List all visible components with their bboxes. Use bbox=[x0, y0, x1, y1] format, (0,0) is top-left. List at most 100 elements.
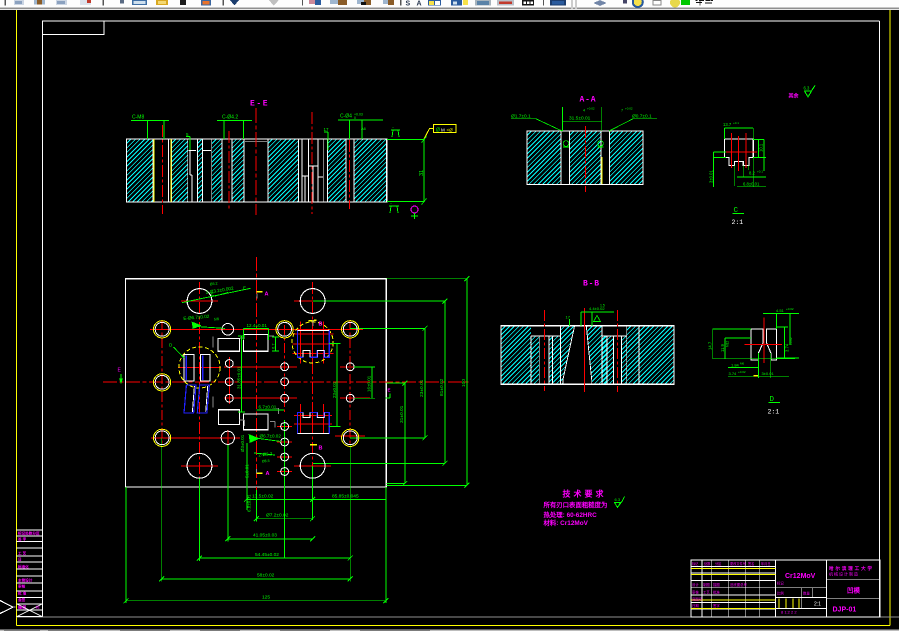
svg-text:A-A: A-A bbox=[580, 96, 597, 105]
svg-text:14.7: 14.7 bbox=[708, 341, 713, 350]
svg-text:DJP-01: DJP-01 bbox=[833, 607, 857, 614]
svg-text:6.7: 6.7 bbox=[271, 343, 276, 349]
svg-text:A6: A6 bbox=[361, 126, 367, 131]
svg-text:~: ~ bbox=[390, 202, 392, 206]
svg-text:C-M8: C-M8 bbox=[132, 115, 144, 121]
svg-text:54.45±0.02: 54.45±0.02 bbox=[255, 552, 279, 558]
svg-text:+0.02: +0.02 bbox=[738, 370, 746, 374]
svg-text:批准: 批准 bbox=[713, 590, 720, 595]
svg-text:签 字: 签 字 bbox=[18, 537, 27, 542]
svg-text:A: A bbox=[417, 1, 422, 8]
svg-text:3±0.01: 3±0.01 bbox=[762, 371, 775, 376]
svg-text:+0.1: +0.1 bbox=[757, 170, 763, 174]
svg-text:热处理: 60-62HRC: 热处理: 60-62HRC bbox=[544, 510, 598, 519]
svg-text:标记: 标记 bbox=[692, 561, 699, 566]
svg-text:更改文件号: 更改文件号 bbox=[730, 561, 746, 566]
svg-text:E: E bbox=[388, 388, 391, 393]
svg-text:23±0.01: 23±0.01 bbox=[332, 381, 337, 398]
svg-text:11.9: 11.9 bbox=[720, 343, 725, 352]
svg-text:其余: 其余 bbox=[789, 93, 800, 100]
svg-text:5/8: 5/8 bbox=[214, 317, 219, 321]
svg-text:制图: 制图 bbox=[703, 582, 710, 587]
svg-text:1.84: 1.84 bbox=[731, 363, 740, 368]
svg-text:主管设计: 主管设计 bbox=[18, 578, 33, 583]
svg-text:125: 125 bbox=[262, 594, 270, 600]
svg-text:A: A bbox=[265, 292, 269, 298]
svg-text:C-Ø4.2: C-Ø4.2 bbox=[222, 115, 238, 121]
svg-text:审核: 审核 bbox=[692, 590, 699, 595]
svg-text:85.85±0.045: 85.85±0.045 bbox=[332, 493, 359, 499]
svg-text:Ø6.7±0.02: Ø6.7±0.02 bbox=[260, 434, 282, 439]
svg-text:13.5±0.02: 13.5±0.02 bbox=[252, 493, 274, 499]
svg-text:6.7±0.01: 6.7±0.01 bbox=[259, 405, 277, 410]
svg-text:6.8±0.01: 6.8±0.01 bbox=[743, 182, 760, 187]
svg-text:31.85±0.01: 31.85±0.01 bbox=[237, 366, 242, 389]
svg-text:批 准: 批 准 bbox=[18, 591, 27, 596]
svg-text:2:1: 2:1 bbox=[814, 602, 821, 608]
svg-text:签字: 签字 bbox=[713, 603, 720, 608]
svg-text:日: 日 bbox=[18, 557, 22, 562]
svg-text:描图: 描图 bbox=[713, 582, 720, 587]
svg-text:4: 4 bbox=[583, 109, 585, 113]
svg-text:17: 17 bbox=[324, 127, 330, 132]
svg-text:100: 100 bbox=[461, 379, 467, 387]
svg-text:23±0.01: 23±0.01 bbox=[419, 379, 425, 397]
svg-text:8.2: 8.2 bbox=[749, 171, 755, 176]
svg-text:12.4±0.01: 12.4±0.01 bbox=[247, 323, 268, 328]
svg-text:~: ~ bbox=[392, 126, 394, 130]
svg-text:6.3: 6.3 bbox=[615, 497, 621, 502]
svg-text:10.1: 10.1 bbox=[759, 143, 764, 152]
svg-text:6.3: 6.3 bbox=[804, 86, 810, 91]
svg-text:2:1: 2:1 bbox=[732, 219, 744, 226]
svg-text:B: B bbox=[319, 446, 323, 452]
svg-text:设计: 设计 bbox=[692, 582, 699, 587]
svg-text:+0.02: +0.02 bbox=[789, 337, 793, 345]
svg-text:+0.02: +0.02 bbox=[786, 307, 794, 311]
svg-text:7: 7 bbox=[621, 109, 623, 113]
svg-text:年月日: 年月日 bbox=[761, 561, 771, 566]
svg-text:B-B: B-B bbox=[583, 280, 600, 289]
svg-text:标准化: 标准化 bbox=[17, 564, 29, 569]
svg-text:凹模: 凹模 bbox=[847, 586, 861, 595]
svg-text:E: E bbox=[211, 292, 214, 297]
svg-text:M6: M6 bbox=[740, 362, 744, 366]
svg-text:底图号: 底图号 bbox=[692, 597, 703, 602]
svg-text:0: 0 bbox=[354, 116, 356, 120]
svg-text:比例: 比例 bbox=[777, 591, 784, 596]
svg-text:M12: M12 bbox=[726, 341, 730, 347]
svg-text:+0.02: +0.02 bbox=[587, 107, 595, 111]
svg-text:Ø3±0.01: Ø3±0.01 bbox=[240, 434, 245, 452]
svg-text:数量: 数量 bbox=[803, 591, 810, 596]
svg-text:3.74: 3.74 bbox=[729, 371, 738, 376]
svg-text:Ø: Ø bbox=[436, 128, 440, 134]
svg-text:技术要求: 技术要求 bbox=[563, 489, 607, 499]
svg-text:C-Ø4: C-Ø4 bbox=[340, 114, 352, 120]
svg-text:Cr12MoV: Cr12MoV bbox=[785, 573, 816, 580]
svg-text:4.51: 4.51 bbox=[776, 308, 785, 313]
svg-text:<Ø: <Ø bbox=[447, 128, 454, 133]
svg-text:标记: 标记 bbox=[777, 581, 784, 586]
svg-text:S: S bbox=[406, 1, 411, 8]
svg-text:处数: 处数 bbox=[704, 561, 711, 566]
svg-text:材料: Cr12MoV: 材料: Cr12MoV bbox=[544, 518, 589, 527]
svg-text:工 艺: 工 艺 bbox=[18, 551, 27, 556]
svg-text:+0.02: +0.02 bbox=[625, 107, 633, 111]
svg-text:31: 31 bbox=[419, 170, 425, 176]
svg-text:签名: 签名 bbox=[748, 561, 754, 566]
svg-text:工艺: 工艺 bbox=[703, 590, 710, 595]
svg-text:3±0.01: 3±0.01 bbox=[709, 170, 714, 183]
svg-text:E-E: E-E bbox=[250, 100, 269, 109]
svg-text:41.05±0.03: 41.05±0.03 bbox=[253, 533, 277, 539]
svg-text:标记处数分区: 标记处数分区 bbox=[17, 531, 40, 536]
svg-text:17: 17 bbox=[566, 315, 571, 320]
svg-text:13.7: 13.7 bbox=[723, 122, 732, 127]
svg-text:分区: 分区 bbox=[715, 561, 722, 566]
svg-text:B: B bbox=[319, 322, 323, 328]
svg-text:审核: 审核 bbox=[18, 584, 26, 589]
svg-text:+0.1: +0.1 bbox=[733, 121, 739, 125]
svg-text:16±0.01: 16±0.01 bbox=[367, 375, 372, 392]
svg-text:机械设计制造: 机械设计制造 bbox=[829, 571, 859, 577]
svg-text:日期: 日期 bbox=[692, 603, 699, 608]
svg-text:Ø6.5: Ø6.5 bbox=[262, 459, 270, 464]
svg-text:Ø7.2±0.02: Ø7.2±0.02 bbox=[266, 512, 289, 518]
